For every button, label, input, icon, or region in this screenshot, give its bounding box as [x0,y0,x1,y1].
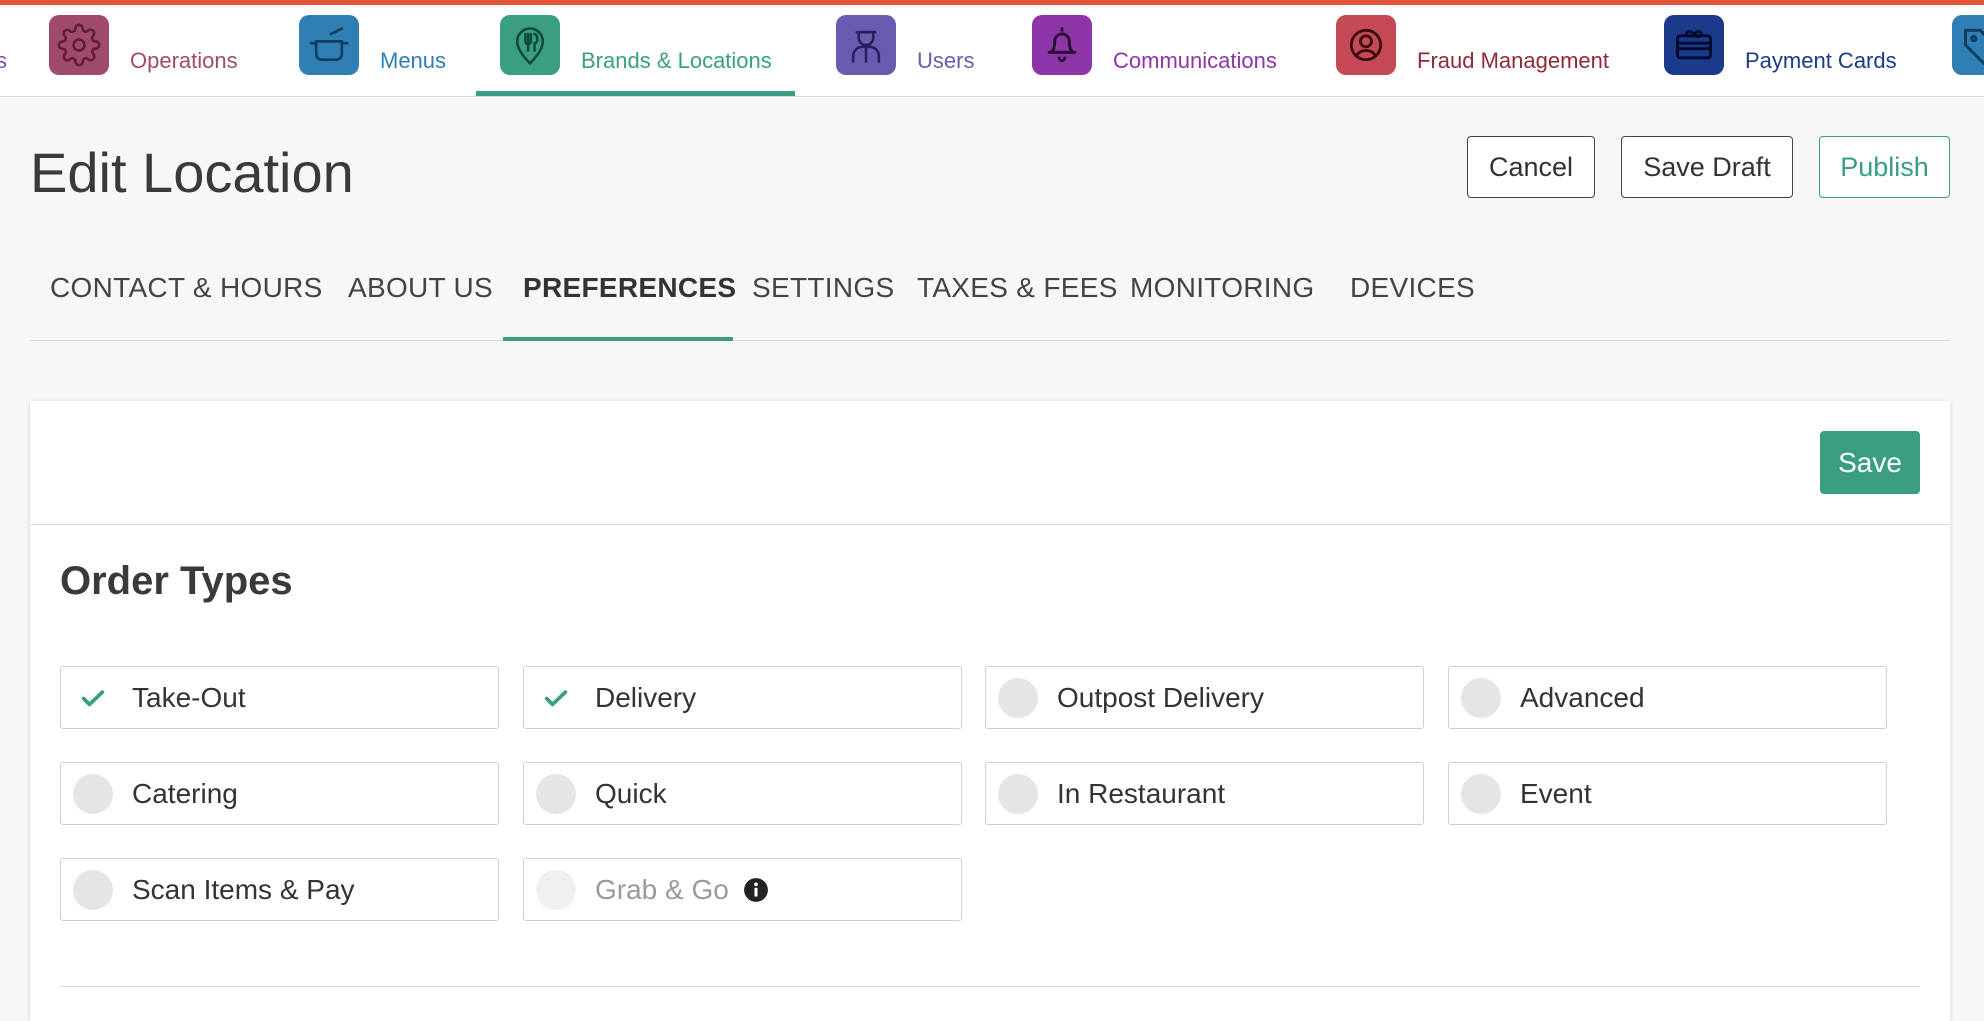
order-type-grab-go: Grab & Go [523,858,962,921]
location-tabs: CONTACT & HOURS ABOUT US PREFERENCES SET… [30,260,1950,341]
pot-icon [299,14,359,75]
nav-item-next[interactable] [1952,5,1984,96]
nav-item-label: s [0,48,7,74]
nav-item-fraud-management[interactable]: Fraud Management [1336,5,1609,96]
nav-item-label: Brands & Locations [581,47,772,73]
order-type-in-restaurant[interactable]: In Restaurant [985,762,1424,825]
unchecked-circle-icon [73,773,113,814]
page-title: Edit Location [30,141,354,204]
nav-item-menus[interactable]: Menus [299,5,446,96]
checkmark-icon [73,678,113,718]
order-type-label: In Restaurant [1057,777,1226,809]
nav-item-users[interactable]: Users [836,5,974,96]
gift-card-icon [1664,14,1724,75]
nav-item-previous[interactable]: s [0,5,7,96]
nav-item-label: Communications [1113,47,1277,73]
gear-icon [49,14,109,75]
tab-active-indicator [503,337,733,341]
preferences-card: Save Order Types Take-Out Delivery Outpo… [30,401,1950,1021]
user-circle-icon [1336,14,1396,75]
order-type-label: Outpost Delivery [1057,681,1264,713]
top-nav-bar: s Operations Menus [0,5,1984,97]
tag-icon [1952,14,1984,75]
tab-taxes-fees[interactable]: TAXES & FEES [917,260,1118,340]
tab-devices[interactable]: DEVICES [1350,260,1475,340]
info-icon[interactable] [743,877,769,903]
save-button[interactable]: Save [1820,431,1920,494]
unchecked-circle-icon [73,869,113,910]
order-type-label: Event [1520,777,1592,809]
nav-item-brands-locations[interactable]: Brands & Locations [500,5,772,96]
order-type-advanced[interactable]: Advanced [1448,666,1887,729]
nav-item-operations[interactable]: Operations [49,5,238,96]
nav-item-label: Fraud Management [1417,47,1609,73]
order-type-label: Scan Items & Pay [132,873,355,905]
publish-button[interactable]: Publish [1819,136,1950,198]
order-type-delivery[interactable]: Delivery [523,666,962,729]
tab-about-us[interactable]: ABOUT US [348,260,493,340]
tab-settings[interactable]: SETTINGS [752,260,894,340]
order-type-quick[interactable]: Quick [523,762,962,825]
tab-monitoring[interactable]: MONITORING [1130,260,1314,340]
nav-item-label: Operations [130,47,238,73]
tab-contact-hours[interactable]: CONTACT & HOURS [50,260,323,340]
unchecked-circle-icon [998,677,1038,718]
order-type-label: Advanced [1520,681,1645,713]
unchecked-circle-icon [1461,773,1501,814]
order-type-catering[interactable]: Catering [60,762,499,825]
card-header: Save [30,401,1950,525]
nav-item-payment-cards[interactable]: Payment Cards [1664,5,1897,96]
order-type-scan-items-pay[interactable]: Scan Items & Pay [60,858,499,921]
section-title: Order Types [60,559,293,603]
cancel-button[interactable]: Cancel [1467,136,1595,198]
nav-item-label: Users [917,47,975,73]
order-type-label: Quick [595,777,667,809]
order-type-label: Delivery [595,681,697,713]
order-type-outpost-delivery[interactable]: Outpost Delivery [985,666,1424,729]
order-type-take-out[interactable]: Take-Out [60,666,499,729]
nav-item-label: Menus [380,47,447,73]
nav-item-communications[interactable]: Communications [1032,5,1277,96]
order-type-label: Grab & Go [595,873,729,905]
map-pin-utensils-icon [500,14,560,75]
checkmark-icon [536,678,576,718]
unchecked-circle-icon [998,773,1038,814]
tab-preferences[interactable]: PREFERENCES [523,260,736,340]
unchecked-circle-icon [1461,677,1501,718]
bell-icon [1032,14,1092,75]
nav-active-indicator [476,91,795,96]
save-draft-button[interactable]: Save Draft [1621,136,1793,198]
unchecked-circle-icon [536,773,576,814]
user-icon [836,14,896,75]
nav-item-label: Payment Cards [1745,47,1897,73]
order-type-label: Catering [132,777,238,809]
unchecked-circle-icon [536,869,576,910]
order-type-label: Take-Out [132,681,246,713]
section-divider [60,986,1920,987]
order-type-event[interactable]: Event [1448,762,1887,825]
